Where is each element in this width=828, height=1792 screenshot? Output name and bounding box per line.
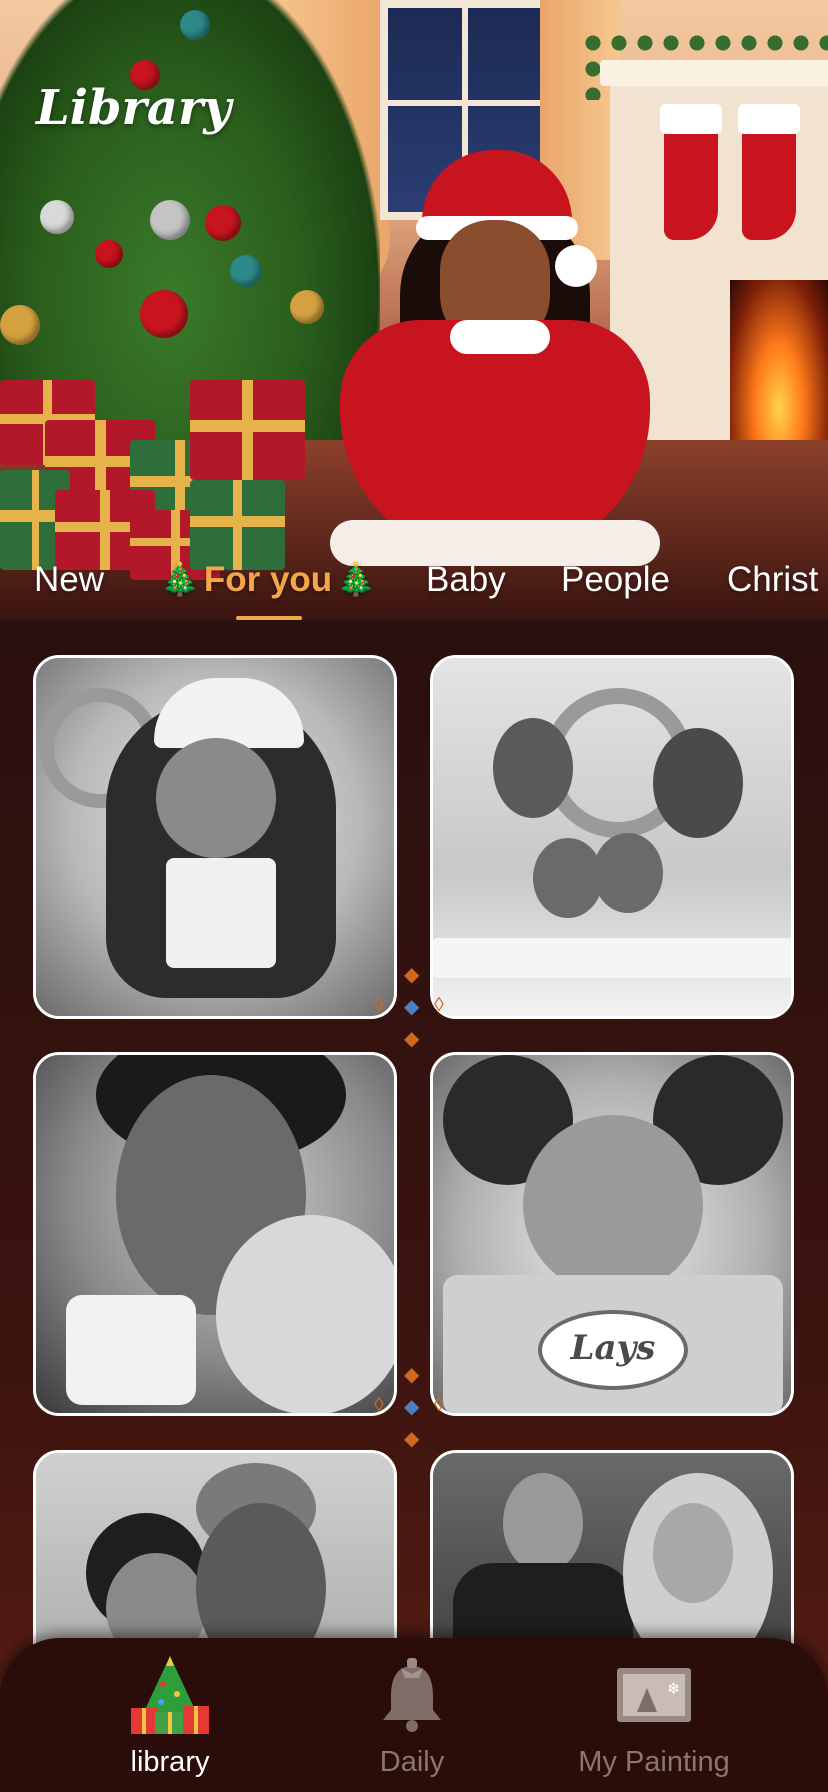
coloring-card-woman-with-mug[interactable] [33, 1052, 397, 1416]
coloring-card-baby-with-chips[interactable]: Lays [430, 1052, 794, 1416]
diamond-ornament-decoration: ◆ ◊ ◆ ◊ ◆ [374, 1364, 444, 1450]
tab-christmas[interactable]: Christ [727, 560, 818, 624]
category-tabs: New 🎄 For you 🎄 Baby People Christ [0, 560, 828, 624]
stocking-illustration [660, 104, 722, 240]
tab-label: New [34, 560, 105, 599]
tab-label: Christ [727, 560, 819, 599]
page-title: Library [36, 80, 232, 136]
tab-baby[interactable]: Baby [426, 560, 506, 624]
coloring-grid: ◆ ◊ ◆ ◊ ◆ Lays ◆ ◊ ◆ ◊ ◆ [0, 620, 828, 1792]
card-artwork [36, 1055, 394, 1413]
stocking-illustration [738, 104, 800, 240]
nav-daily[interactable]: Daily [312, 1652, 512, 1792]
nav-label: library [130, 1746, 210, 1778]
tab-people[interactable]: People [561, 560, 670, 624]
tab-label: Baby [426, 560, 506, 599]
nav-my-painting[interactable]: ❄ My Painting [554, 1652, 754, 1792]
painting-frame-icon: ❄ [611, 1652, 697, 1738]
bottom-navigation: library Daily ❄ My Painting [0, 1638, 828, 1792]
tab-for-you[interactable]: 🎄 For you 🎄 [156, 560, 380, 624]
nav-label: My Painting [578, 1746, 730, 1778]
nav-label: Daily [379, 1746, 445, 1778]
diamond-ornament-decoration: ◆ ◊ ◆ ◊ ◆ [374, 964, 444, 1050]
tab-label: People [561, 560, 670, 599]
card-artwork [433, 658, 791, 1016]
card-artwork [36, 658, 394, 1016]
nav-library[interactable]: library [70, 1652, 270, 1792]
coloring-card-girl-with-gift[interactable] [33, 655, 397, 1019]
chips-brand-text: Lays [570, 1328, 656, 1368]
christmas-tree-icon: 🎄 [160, 561, 200, 597]
svg-text:❄: ❄ [667, 1679, 680, 1698]
girl-santa-illustration [330, 150, 660, 570]
bell-icon [369, 1652, 455, 1738]
card-artwork: Lays [433, 1055, 791, 1413]
christmas-tree-icon: 🎄 [336, 561, 377, 597]
christmas-tree-gifts-icon [127, 1652, 213, 1738]
tab-label: For you [203, 560, 333, 599]
tab-new[interactable]: New [34, 560, 104, 624]
coloring-card-family-christmas[interactable] [430, 655, 794, 1019]
header-banner: Library [0, 0, 828, 620]
